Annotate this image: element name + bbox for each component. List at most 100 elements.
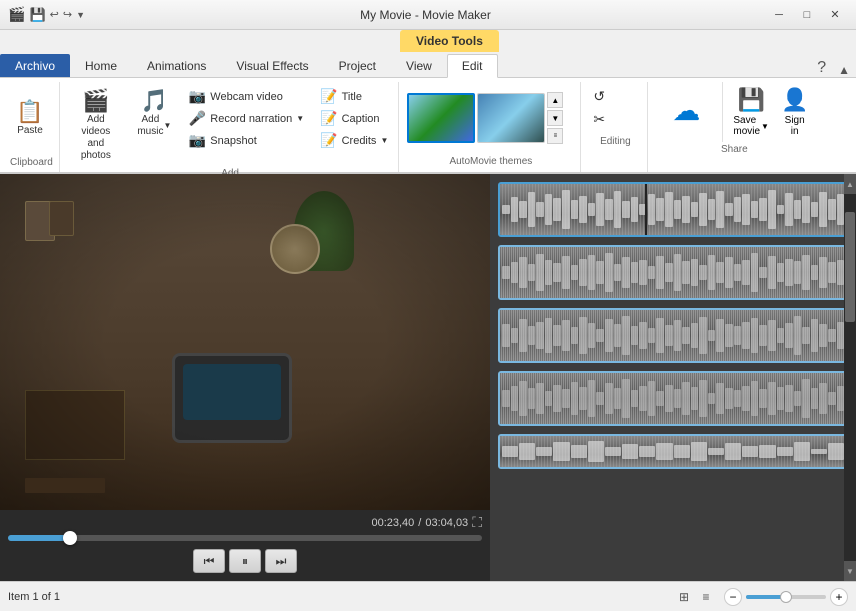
tab-view[interactable]: View [391,54,447,77]
scene-picture-2 [49,201,74,236]
bar [553,325,561,347]
bar [716,262,724,284]
bar [734,326,742,345]
help-icon[interactable]: ? [811,59,832,77]
bar [691,259,699,287]
tab-animations[interactable]: Animations [132,54,221,77]
waveform-5 [500,436,846,467]
bar [734,264,742,281]
storyboard-view-icon[interactable]: ⊞ [674,588,694,606]
status-bar: Item 1 of 1 ⊞ ≡ − + [0,581,856,611]
progress-thumb[interactable] [63,531,77,545]
bar [579,259,587,287]
onedrive-button[interactable]: ☁ [656,82,716,142]
caption-button[interactable]: 📝 Caption [316,108,392,129]
bar [828,443,844,460]
scroll-down-button[interactable]: ▼ [844,561,856,581]
zoom-slider-thumb[interactable] [780,591,792,603]
zoom-in-button[interactable]: + [830,588,848,606]
theme-thumb-2[interactable] [477,93,545,143]
bar [656,256,664,288]
timeline-track-5[interactable] [498,434,848,469]
webcam-video-button[interactable]: 📷 Webcam video [185,86,308,107]
bar [511,386,519,412]
bar [794,442,810,460]
tab-project[interactable]: Project [324,54,391,77]
zoom-slider[interactable] [746,595,826,599]
quick-save-icon[interactable]: 💾 [29,7,45,23]
step-back-button[interactable]: ⏮ [193,549,225,573]
theme-scroll-down[interactable]: ▼ [547,110,563,126]
scroll-up-button[interactable]: ▲ [844,174,856,194]
record-narration-button[interactable]: 🎤 Record narration ▼ [185,108,308,129]
timeline-scroll[interactable] [490,174,856,581]
bar [725,324,733,348]
window-controls[interactable]: ─ □ ✕ [766,5,848,25]
timeline-view-icon[interactable]: ≡ [696,588,716,606]
maximize-button[interactable]: □ [794,5,820,25]
sign-in-button[interactable]: 👤 Signin [777,83,812,141]
caption-icon: 📝 [320,110,337,127]
video-tools-tab[interactable]: Video Tools [400,30,499,52]
tab-home[interactable]: Home [70,54,132,77]
bar [777,263,785,282]
step-forward-button[interactable]: ⏭ [265,549,297,573]
pause-button[interactable]: ⏸ [229,549,261,573]
bar [708,448,724,455]
scroll-thumb[interactable] [845,212,855,322]
bar [819,257,827,287]
bar [699,265,707,280]
theme-scroll-buttons: ▲ ▼ ≡ [547,92,563,144]
main-content: 00:23,40 / 03:04,03 ⛶ ⏮ ⏸ ⏭ [0,174,856,581]
tab-edit[interactable]: Edit [447,54,498,78]
bar [768,320,776,350]
add-videos-button[interactable]: 🎬 Add videosand photos [68,86,124,166]
status-right: ⊞ ≡ − + [674,588,848,606]
bar [811,202,819,217]
theme-thumb-1[interactable] [407,93,475,143]
ribbon-tab-bar: Archivo Home Animations Visual Effects P… [0,52,856,78]
dropdown-icon[interactable]: ▼ [76,10,85,20]
timeline-track-1[interactable] [498,182,848,237]
collapse-ribbon-icon[interactable]: ▲ [832,63,856,77]
close-button[interactable]: ✕ [822,5,848,25]
bar [742,386,750,412]
theme-scroll-more[interactable]: ≡ [547,128,563,144]
title-bar: 🎬 💾 ↩ ↪ ▼ My Movie - Movie Maker ─ □ ✕ [0,0,856,30]
track-content-1 [500,184,846,235]
fullscreen-button[interactable]: ⛶ [472,514,482,531]
bar [794,200,802,219]
minimize-button[interactable]: ─ [766,5,792,25]
bar [819,383,827,413]
timeline-track-4[interactable] [498,371,848,426]
bar [837,322,845,350]
editing-btn-2[interactable]: ✂ [589,109,641,130]
tab-visual-effects[interactable]: Visual Effects [221,54,323,77]
title-bar-quick-access[interactable]: 🎬 💾 ↩ ↪ ▼ [8,6,85,23]
credits-button[interactable]: 📝 Credits ▼ [316,130,392,151]
editing-btn-1[interactable]: ↺ [589,86,641,107]
bar [511,328,519,343]
bar [588,203,596,216]
save-movie-button[interactable]: 💾 Savemovie ▼ [729,83,773,141]
zoom-out-button[interactable]: − [724,588,742,606]
timeline-scrollbar[interactable]: ▲ ▼ [844,174,856,581]
paste-button[interactable]: 📋 Paste [10,97,50,140]
redo-icon[interactable]: ↪ [63,8,72,21]
undo-icon[interactable]: ↩ [50,8,59,21]
title-button[interactable]: 📝 Title [316,86,392,107]
bar [528,326,536,345]
bar [674,254,682,291]
timeline-track-2[interactable] [498,245,848,300]
add-music-button[interactable]: 🎵 Addmusic ▼ [132,86,177,142]
bar [536,383,544,413]
progress-bar[interactable] [8,535,482,541]
bar [648,328,656,343]
timeline-track-3[interactable] [498,308,848,363]
tab-archivo[interactable]: Archivo [0,54,70,77]
bar [622,379,630,418]
bar [682,261,690,285]
snapshot-button[interactable]: 📷 Snapshot [185,130,308,151]
theme-scroll-up[interactable]: ▲ [547,92,563,108]
bar [708,255,716,289]
